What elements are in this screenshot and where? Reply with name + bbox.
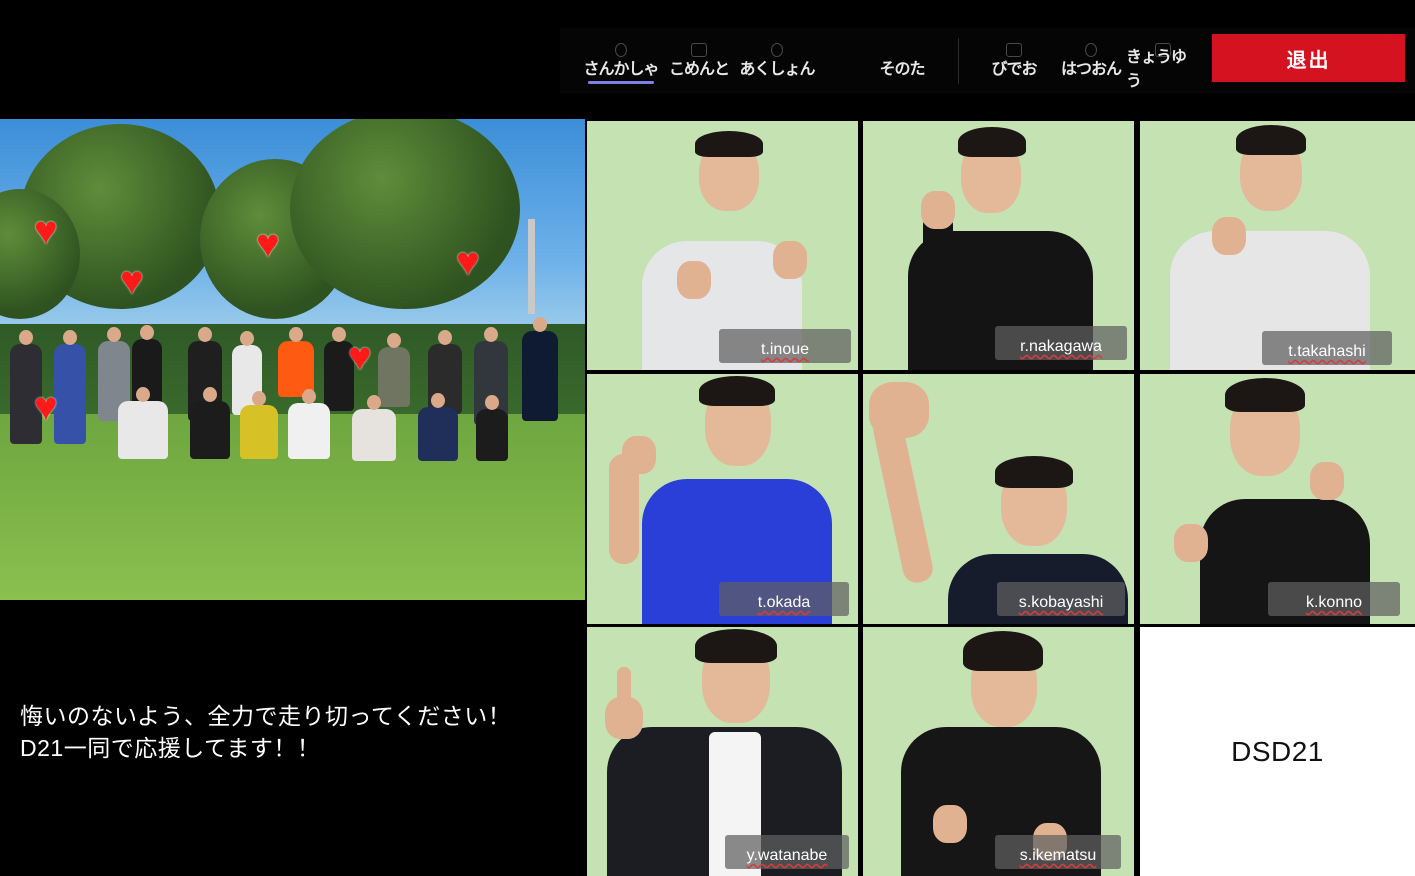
cheer-message-line2: D21一同で応援してます！！ [20,735,321,761]
participant-name: y.watanabe [725,835,849,869]
person [54,330,86,444]
pole [528,219,535,314]
person [378,333,410,407]
meeting-toolbar: さんかしゃ こめんと あくしょん そのた びでお はつおん きょうゆう 退出 [560,28,1415,94]
participant-tile[interactable]: t.takahashi [1140,121,1415,370]
participant-tile[interactable]: k.konno [1140,374,1415,624]
person [118,387,168,459]
reaction-button[interactable]: あくしょん [732,28,822,94]
chat-button[interactable]: こめんと [664,28,734,94]
participant-tile[interactable]: s.ikematsu [863,627,1134,876]
participant-name: t.inoue [719,329,851,363]
person [352,395,396,461]
placeholder-label: DSD21 [1231,735,1324,767]
participant-name: s.ikematsu [995,835,1121,869]
participant-name: t.okada [719,582,849,616]
participant-name: r.nakagawa [995,326,1127,360]
participant-name: t.takahashi [1262,331,1392,365]
person [288,389,330,459]
share-button[interactable]: きょうゆう [1126,28,1200,94]
participant-name: k.konno [1268,582,1400,616]
participant-tile[interactable]: y.watanabe [587,627,858,876]
cheer-message-line1: 悔いのないよう、全力で走り切ってください！ [20,703,512,729]
heart-icon: ♥ [34,209,58,253]
mic-button[interactable]: はつおん [1058,28,1124,94]
participant-tile[interactable]: r.nakagawa [863,121,1134,370]
participant-tile-placeholder[interactable]: DSD21 [1140,627,1415,876]
camera-button[interactable]: びでお [982,28,1046,94]
participants-button[interactable]: さんかしゃ [582,28,660,94]
tree [290,119,520,309]
group-photo: ♥ ♥ ♥ ♥ ♥ ♥ [0,119,585,600]
person [190,387,230,459]
more-button[interactable]: そのた [870,28,934,94]
heart-icon: ♥ [120,259,144,303]
participant-name: s.kobayashi [997,582,1125,616]
heart-icon: ♥ [256,222,280,266]
leave-button[interactable]: 退出 [1212,34,1405,82]
person [476,395,508,461]
participant-tile[interactable]: t.inoue [587,121,858,370]
heart-icon: ♥ [348,335,372,379]
participant-tile[interactable]: t.okada [587,374,858,624]
cheer-message: 悔いのないよう、全力で走り切ってください！ D21一同で応援してます！！ [20,700,580,764]
participant-tile[interactable]: s.kobayashi [863,374,1134,624]
person [522,317,558,421]
person [418,393,458,461]
heart-icon: ♥ [34,385,58,429]
person [240,391,278,459]
heart-icon: ♥ [456,240,480,284]
toolbar-divider [958,38,959,84]
